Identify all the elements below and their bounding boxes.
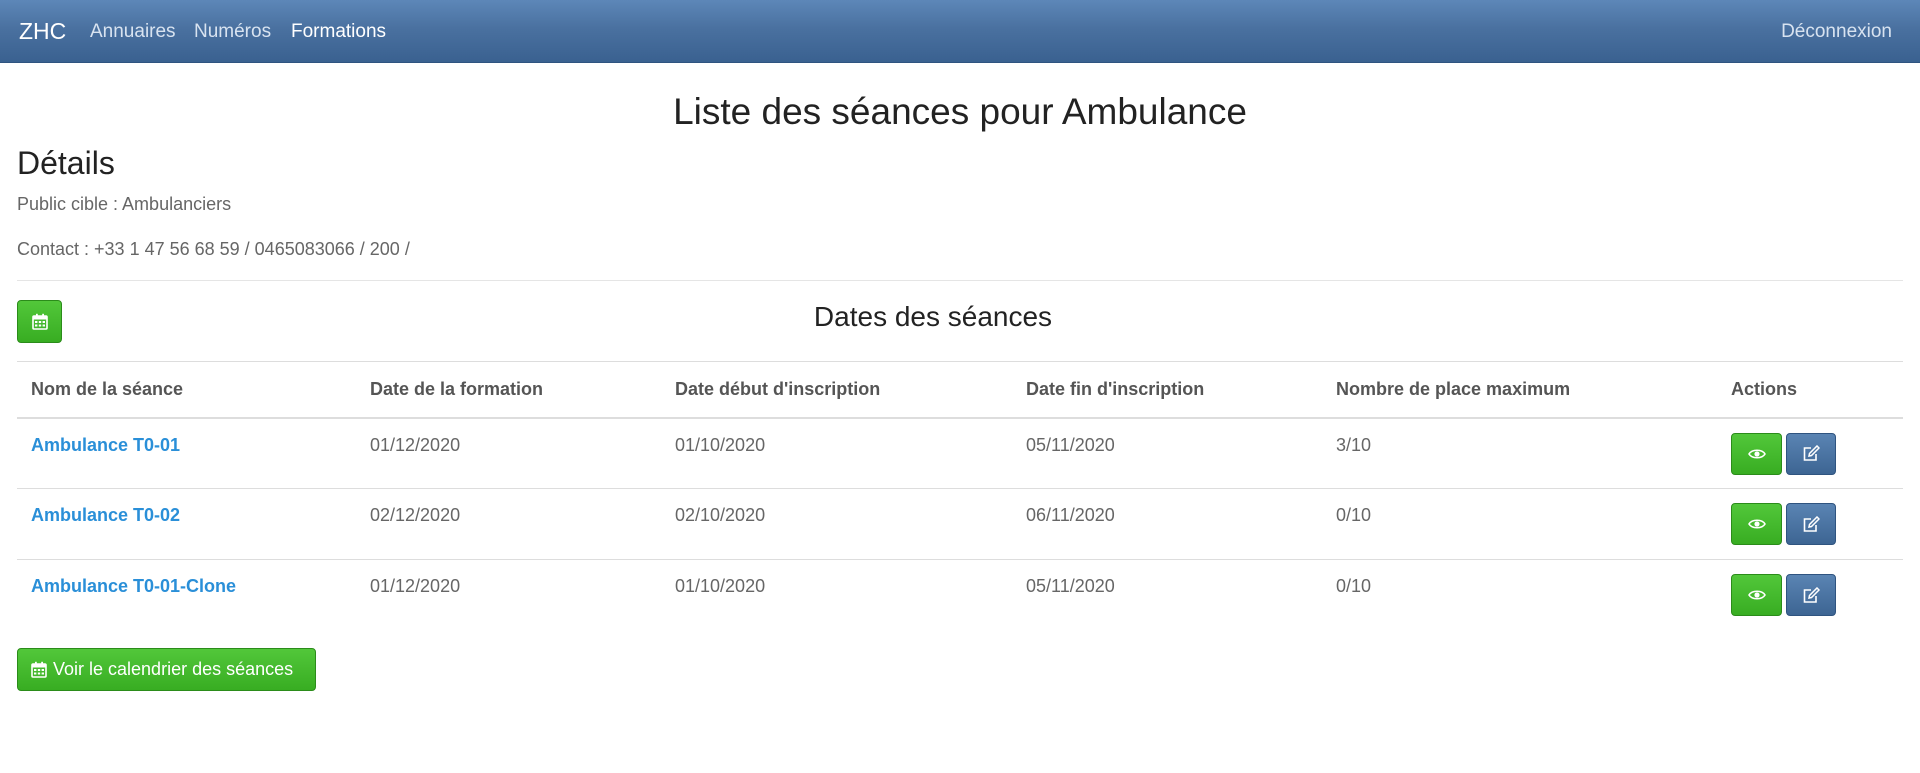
edit-icon (1802, 445, 1820, 462)
edit-button[interactable] (1786, 432, 1836, 475)
header-end[interactable]: Date fin d'inscription (1012, 361, 1322, 419)
logout-link[interactable]: Déconnexion (1781, 20, 1892, 43)
edit-button[interactable] (1786, 503, 1836, 545)
cell-actions (1717, 417, 1903, 489)
sessions-title: Dates des séances (813, 301, 1053, 332)
edit-button[interactable] (1786, 574, 1836, 616)
table-row: Ambulance T0-01-Clone 01/12/2020 01/10/2… (17, 560, 1903, 631)
public-cible-text: Public cible : Ambulanciers (17, 194, 232, 214)
cell-actions (1717, 560, 1903, 631)
cell-end: 05/11/2020 (1012, 417, 1322, 489)
brand-logo[interactable]: ZHC (19, 17, 66, 45)
cell-date: 01/12/2020 (356, 417, 661, 489)
view-button[interactable] (1731, 503, 1782, 545)
calendar-icon (31, 661, 47, 678)
session-link[interactable]: Ambulance T0-01 (31, 435, 180, 455)
cell-start: 02/10/2020 (661, 488, 1012, 560)
view-button[interactable] (1731, 432, 1782, 475)
sessions-table: Nom de la séance Date de la formation Da… (17, 361, 1903, 631)
divider (17, 280, 1903, 281)
nav-numeros[interactable]: Numéros (194, 20, 271, 43)
view-button[interactable] (1731, 574, 1782, 616)
table-row: Ambulance T0-01 01/12/2020 01/10/2020 05… (17, 417, 1903, 489)
navbar: ZHC Annuaires Numéros Formations Déconne… (0, 0, 1920, 63)
nav-annuaires[interactable]: Annuaires (90, 20, 176, 43)
edit-icon (1802, 586, 1820, 604)
cell-start: 01/10/2020 (661, 417, 1012, 489)
cell-max: 0/10 (1322, 488, 1717, 560)
cell-max: 0/10 (1336, 576, 1372, 596)
eye-icon (1747, 518, 1766, 530)
page-title: Liste des séances pour Ambulance (673, 91, 1247, 132)
cell-date: 01/12/2020 (370, 576, 461, 596)
header-start[interactable]: Date début d'inscription (661, 361, 1012, 419)
cell-max: 3/10 (1322, 417, 1717, 489)
nav-formations[interactable]: Formations (291, 20, 386, 43)
details-heading: Détails (17, 145, 115, 181)
edit-icon (1802, 515, 1820, 533)
session-link[interactable]: Ambulance T0-01-Clone (31, 576, 236, 596)
table-row: Ambulance T0-02 02/12/2020 02/10/2020 06… (17, 488, 1903, 560)
view-calendar-label: Voir le calendrier des séances (53, 659, 294, 679)
eye-icon (1747, 589, 1766, 601)
contact-text: Contact : +33 1 47 56 68 59 / 0465083066… (17, 239, 410, 259)
cell-date: 02/12/2020 (356, 488, 661, 560)
header-actions: Actions (1717, 361, 1903, 419)
cell-actions (1717, 488, 1903, 560)
view-calendar-button[interactable]: Voir le calendrier des séances (17, 648, 316, 691)
session-link[interactable]: Ambulance T0-02 (31, 505, 180, 525)
header-date[interactable]: Date de la formation (356, 361, 661, 419)
cell-end: 05/11/2020 (1026, 576, 1115, 596)
header-max[interactable]: Nombre de place maximum (1322, 361, 1717, 419)
table-header-row: Nom de la séance Date de la formation Da… (17, 361, 1903, 419)
eye-icon (1747, 448, 1766, 460)
cell-start: 01/10/2020 (675, 576, 766, 596)
cell-end: 06/11/2020 (1012, 488, 1322, 560)
header-name[interactable]: Nom de la séance (17, 361, 356, 419)
